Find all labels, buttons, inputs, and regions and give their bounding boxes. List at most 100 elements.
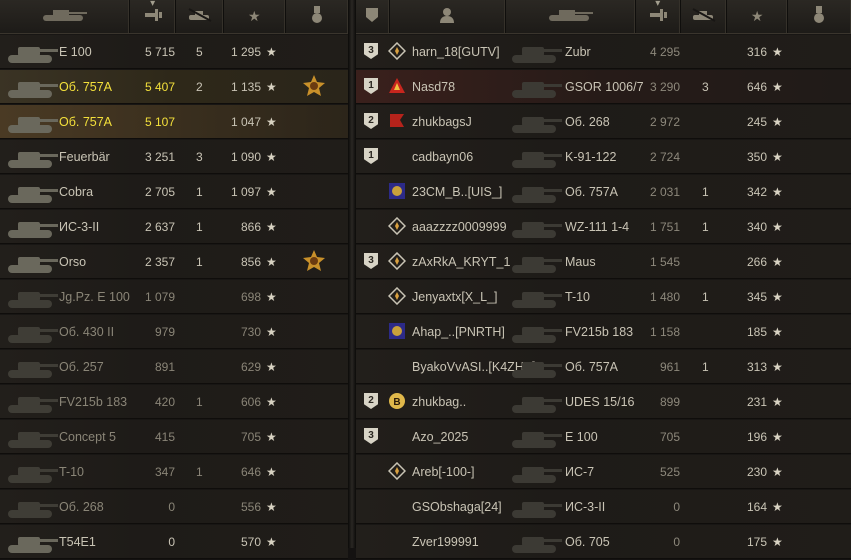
player-row[interactable]: Jg.Pz. E 100 1 079 698 ★ [0, 280, 348, 314]
player-row[interactable]: 3 Azo_2025 E 100 705 196 ★ [356, 420, 851, 454]
player-row[interactable]: E 100 5 715 5 1 295 ★ [0, 35, 348, 69]
kills-value: 5 [196, 44, 203, 59]
player-row[interactable]: Об. 757А 5 107 1 047 ★ [0, 105, 348, 139]
medal-icon[interactable] [303, 75, 325, 97]
xp-column-header[interactable]: ★ [727, 0, 788, 33]
medal-icon[interactable] [303, 250, 325, 272]
xp-value: 730 [240, 324, 261, 339]
medal-column-header[interactable] [788, 0, 851, 33]
damage-value: 3 290 [649, 79, 680, 94]
tank-name: GSOR 1006/7 [565, 79, 644, 94]
kills-value: 1 [702, 289, 709, 304]
star-icon: ★ [772, 79, 783, 94]
player-row[interactable]: Areb[-100-] ИС-7 525 230 ★ [356, 455, 851, 489]
tank-name: FV215b 183 [565, 324, 634, 339]
player-row[interactable]: Об. 268 0 556 ★ [0, 490, 348, 524]
player-row[interactable]: Об. 257 891 629 ★ [0, 350, 348, 384]
player-row[interactable]: 3 zAxRkA_KRYT_1 Maus 1 545 266 ★ [356, 245, 851, 279]
star-icon: ★ [772, 499, 783, 514]
player-row[interactable]: Orso 2 357 1 856 ★ [0, 245, 348, 279]
player-row[interactable]: Jenyaxtx[X_L_] T-10 1 480 1 345 ★ [356, 280, 851, 314]
xp-column-header[interactable]: ★ [224, 0, 286, 33]
kills-column-header[interactable] [681, 0, 728, 33]
player-row[interactable]: 2 zhukbagsJ Об. 268 2 972 245 ★ [356, 105, 851, 139]
player-row[interactable]: 23CM_B..[UIS_] Об. 757А 2 031 1 342 ★ [356, 175, 851, 209]
player-row[interactable]: 1 cadbayn06 K-91-122 2 724 350 ★ [356, 140, 851, 174]
tank-name: Об. 430 II [59, 324, 115, 339]
left-header: ★ [0, 0, 348, 34]
xp-value: 1 097 [230, 184, 261, 199]
tank-image [4, 457, 60, 487]
tank-name: T-10 [565, 289, 591, 304]
player-column-header[interactable] [390, 0, 507, 33]
player-name: Jenyaxtx[X_L_] [412, 289, 498, 304]
player-row[interactable]: ИС-3-II 2 637 1 866 ★ [0, 210, 348, 244]
tank-name: FV215b 183 [59, 394, 128, 409]
player-row[interactable]: Cobra 2 705 1 1 097 ★ [0, 175, 348, 209]
damage-value: 1 545 [649, 254, 680, 269]
star-icon: ★ [772, 534, 783, 549]
player-name: 23CM_B..[UIS_] [412, 184, 503, 199]
star-icon: ★ [266, 149, 277, 164]
damage-column-header[interactable] [130, 0, 177, 33]
xp-value: 231 [746, 394, 767, 409]
tank-image [4, 212, 60, 242]
tank-name: Jg.Pz. E 100 [59, 289, 130, 304]
player-row[interactable]: Об. 430 II 979 730 ★ [0, 315, 348, 349]
damage-value: 5 407 [144, 79, 175, 94]
star-icon: ★ [266, 44, 277, 59]
star-icon: ★ [772, 359, 783, 374]
tank-column-header[interactable] [506, 0, 636, 33]
player-row[interactable]: T-10 347 1 646 ★ [0, 455, 348, 489]
player-row[interactable]: 2 Bzhukbag.. UDES 15/16 899 231 ★ [356, 385, 851, 419]
tank-name: Cobra [59, 184, 94, 199]
tank-name: Об. 757А [59, 114, 113, 129]
damage-value: 2 031 [649, 184, 680, 199]
star-icon: ★ [248, 8, 261, 24]
player-row[interactable]: Ahap_..[PNRTH] FV215b 183 1 158 185 ★ [356, 315, 851, 349]
tank-name: Concept 5 [59, 429, 116, 444]
kills-value: 1 [196, 219, 203, 234]
tank-image [508, 72, 564, 102]
player-row[interactable]: 1 Nasd78 GSOR 1006/7 3 290 3 646 ★ [356, 70, 851, 104]
kills-value: 1 [196, 464, 203, 479]
damage-value: 2 972 [649, 114, 680, 129]
player-row[interactable]: GSObshaga[24] ИС-3-II 0 164 ★ [356, 490, 851, 524]
xp-value: 313 [746, 359, 767, 374]
player-row[interactable]: T54E1 0 570 ★ [0, 525, 348, 559]
damage-value: 1 158 [649, 324, 680, 339]
damage-icon [143, 7, 163, 26]
tank-name: UDES 15/16 [565, 394, 635, 409]
star-icon: ★ [266, 184, 277, 199]
player-name: Areb[-100-] [412, 464, 475, 479]
player-name: zhukbag.. [412, 394, 467, 409]
damage-column-header[interactable] [636, 0, 682, 33]
player-row[interactable]: Feuerbär 3 251 3 1 090 ★ [0, 140, 348, 174]
medal-column-header[interactable] [286, 0, 348, 33]
tank-image [4, 422, 60, 452]
player-row[interactable]: FV215b 183 420 1 606 ★ [0, 385, 348, 419]
player-row[interactable]: ByakoVvASI..[K4ZHA] Об. 757А 961 1 313 ★ [356, 350, 851, 384]
clan-emblem-icon [387, 286, 407, 306]
player-row[interactable]: Об. 757А 5 407 2 1 135 ★ [0, 70, 348, 104]
tank-name: Zubr [565, 44, 591, 59]
xp-value: 245 [746, 114, 767, 129]
player-row[interactable]: aaazzzz0009999 WZ-111 1-4 1 751 1 340 ★ [356, 210, 851, 244]
kills-icon [187, 8, 213, 25]
clan-emblem-icon [387, 41, 407, 61]
player-row[interactable]: 3 harn_18[GUTV] Zubr 4 295 316 ★ [356, 35, 851, 69]
star-icon: ★ [772, 429, 783, 444]
kills-column-header[interactable] [176, 0, 225, 33]
star-icon: ★ [266, 114, 277, 129]
player-row[interactable]: Zver199991 Об. 705 0 175 ★ [356, 525, 851, 559]
tank-image [4, 107, 60, 137]
xp-value: 705 [240, 429, 261, 444]
left-team-panel: ★ E 1005 71551 295★Об. 757А5 40721 135★О… [0, 0, 348, 559]
platoon-column-header[interactable] [356, 0, 390, 33]
tank-image [4, 492, 60, 522]
tank-name: Об. 268 [59, 499, 104, 514]
right-team-panel: ★ 3 harn_18[GUTV] Zubr 4 295 316 ★ 1 Nasd78 GSOR… [356, 0, 851, 559]
tank-name: Feuerbär [59, 149, 110, 164]
player-row[interactable]: Concept 5 415 705 ★ [0, 420, 348, 454]
tank-column-header[interactable] [0, 0, 130, 33]
